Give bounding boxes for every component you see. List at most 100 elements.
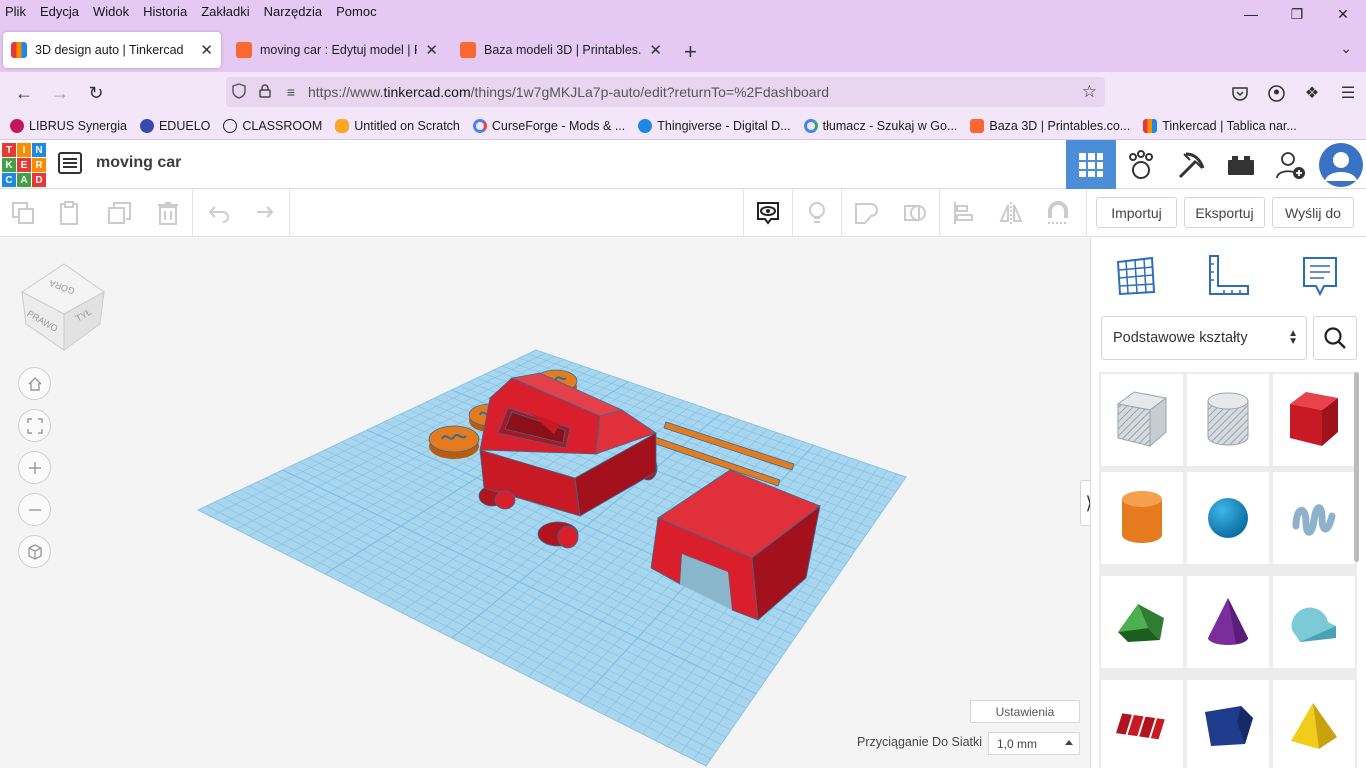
- url-bar[interactable]: ≡ https://www.tinkercad.com/things/1w7gM…: [226, 77, 1105, 107]
- bookmark-printables[interactable]: Baza 3D | Printables.co...: [970, 118, 1130, 133]
- bricks-button[interactable]: [1166, 140, 1216, 189]
- shape-search-button[interactable]: [1313, 316, 1357, 360]
- zoom-out-button[interactable]: [18, 493, 51, 526]
- bookmark-scratch[interactable]: Untitled on Scratch: [335, 118, 460, 133]
- tab-list-chevron-icon[interactable]: ⌄: [1340, 40, 1352, 57]
- pocket-icon[interactable]: [1222, 80, 1258, 106]
- shape-round-roof[interactable]: [1273, 576, 1355, 668]
- shape-cylinder-hole[interactable]: [1187, 374, 1269, 466]
- projection-button[interactable]: [18, 535, 51, 568]
- sim-lab-button[interactable]: [1216, 140, 1266, 189]
- minus-icon: [28, 508, 41, 511]
- permissions-icon[interactable]: ≡: [278, 84, 304, 100]
- import-button[interactable]: Importuj: [1096, 197, 1177, 228]
- snap-grid-select[interactable]: 1,0 mm: [988, 732, 1080, 755]
- tab-printables-base[interactable]: Baza modeli 3D | Printables.com ✕: [452, 32, 670, 68]
- tracking-shield-icon[interactable]: [226, 82, 252, 102]
- bookmark-classroom[interactable]: CLASSROOM: [223, 118, 322, 133]
- toolbar-divider: [289, 189, 290, 237]
- box-hole-icon: [1116, 391, 1168, 448]
- grid-view-button[interactable]: [1066, 140, 1116, 189]
- menu-plik[interactable]: Plik: [0, 4, 34, 19]
- ungroup-icon[interactable]: [902, 200, 928, 226]
- export-button[interactable]: Eksportuj: [1184, 197, 1265, 228]
- lightbulb-icon[interactable]: [804, 200, 830, 226]
- brick-icon: [1228, 155, 1254, 175]
- tab-printables-edit[interactable]: moving car : Edytuj model | Prin ✕: [228, 32, 446, 68]
- tinkercad-logo[interactable]: T I N K E R C A D: [2, 143, 46, 187]
- paste-icon[interactable]: [57, 200, 83, 226]
- add-user-button[interactable]: [1266, 140, 1316, 189]
- shape-prism[interactable]: [1187, 680, 1269, 768]
- lock-icon[interactable]: [252, 83, 278, 101]
- ruler-tool-icon[interactable]: [1206, 254, 1250, 298]
- bookmark-eduelo[interactable]: EDUELO: [139, 118, 210, 133]
- shape-text[interactable]: [1101, 680, 1183, 768]
- fit-view-button[interactable]: [18, 409, 51, 442]
- wheel-disc[interactable]: [428, 425, 480, 459]
- view-cube[interactable]: GÓRA PRAWO TYŁ: [20, 262, 106, 352]
- menu-widok[interactable]: Widok: [87, 4, 137, 19]
- shape-pyramid[interactable]: [1273, 680, 1355, 768]
- bookmark-star-icon[interactable]: ☆: [1082, 82, 1097, 102]
- shape-sphere[interactable]: [1187, 472, 1269, 564]
- copy-icon[interactable]: [10, 200, 36, 226]
- printables-favicon-icon: [236, 42, 252, 58]
- zoom-in-button[interactable]: [18, 451, 51, 484]
- box-icon: [1290, 392, 1338, 446]
- mirror-icon[interactable]: [998, 200, 1024, 226]
- bookmark-librus[interactable]: LIBRUS Synergia: [10, 118, 127, 133]
- account-icon[interactable]: [1258, 80, 1294, 106]
- shape-box-hole[interactable]: [1101, 374, 1183, 466]
- reload-icon[interactable]: ↻: [83, 80, 109, 106]
- shape-cylinder[interactable]: [1101, 472, 1183, 564]
- menu-zakladki[interactable]: Zakładki: [195, 4, 257, 19]
- forward-arrow-icon[interactable]: →: [47, 80, 73, 106]
- panel-scrollbar[interactable]: [1354, 372, 1359, 562]
- tab-tinkercad[interactable]: 3D design auto | Tinkercad ✕: [3, 32, 221, 68]
- workplane-scene[interactable]: [0, 238, 1090, 768]
- menu-narzedzia[interactable]: Narzędzia: [258, 4, 331, 19]
- bookmark-thingiverse[interactable]: Thingiverse - Digital D...: [638, 118, 791, 133]
- tab-title: moving car : Edytuj model | Prin: [260, 43, 417, 57]
- shape-roof[interactable]: [1101, 576, 1183, 668]
- round-roof-icon: [1291, 607, 1336, 642]
- undo-icon[interactable]: [205, 200, 231, 226]
- cruise-magnet-icon[interactable]: [1045, 200, 1071, 226]
- close-tab-icon[interactable]: ✕: [200, 41, 213, 59]
- show-all-icon[interactable]: [755, 200, 781, 226]
- notes-tool-icon[interactable]: [1298, 254, 1342, 298]
- new-tab-icon[interactable]: +: [684, 39, 697, 65]
- design-title[interactable]: moving car: [96, 154, 181, 172]
- bookmark-tinkercad[interactable]: Tinkercad | Tablica nar...: [1143, 118, 1297, 133]
- tab-title: 3D design auto | Tinkercad: [35, 43, 184, 57]
- align-icon[interactable]: [951, 200, 977, 226]
- trash-icon[interactable]: [155, 200, 181, 226]
- shape-category-select[interactable]: Podstawowe kształty ▲ ▼: [1101, 316, 1307, 360]
- send-to-button[interactable]: Wyślij do: [1272, 197, 1354, 228]
- shape-cone[interactable]: [1187, 576, 1269, 668]
- bookmark-translator[interactable]: tłumacz - Szukaj w Go...: [803, 118, 957, 133]
- settings-button[interactable]: Ustawienia: [970, 700, 1080, 723]
- group-icon[interactable]: [853, 200, 879, 226]
- blocks-button[interactable]: [1116, 140, 1166, 189]
- add-user-icon: [1276, 151, 1305, 179]
- bookmark-curseforge[interactable]: CurseForge - Mods & ...: [472, 118, 625, 133]
- menu-historia[interactable]: Historia: [137, 4, 195, 19]
- user-avatar[interactable]: [1316, 140, 1366, 189]
- home-view-button[interactable]: [18, 367, 51, 400]
- back-arrow-icon[interactable]: ←: [11, 80, 37, 106]
- design-list-icon[interactable]: [58, 152, 82, 174]
- close-tab-icon[interactable]: ✕: [425, 41, 438, 59]
- menu-hamburger-icon[interactable]: ☰: [1330, 80, 1366, 106]
- extensions-icon[interactable]: ❖: [1294, 80, 1330, 106]
- workplane-canvas[interactable]: GÓRA PRAWO TYŁ Ustawienia Przyciąganie D…: [0, 238, 1090, 768]
- redo-icon[interactable]: [251, 200, 277, 226]
- close-tab-icon[interactable]: ✕: [649, 41, 662, 59]
- shape-scribble[interactable]: [1273, 472, 1355, 564]
- menu-pomoc[interactable]: Pomoc: [330, 4, 384, 19]
- menu-edycja[interactable]: Edycja: [34, 4, 87, 19]
- shape-box[interactable]: [1273, 374, 1355, 466]
- workplane-tool-icon[interactable]: [1114, 254, 1158, 298]
- duplicate-icon[interactable]: [107, 200, 133, 226]
